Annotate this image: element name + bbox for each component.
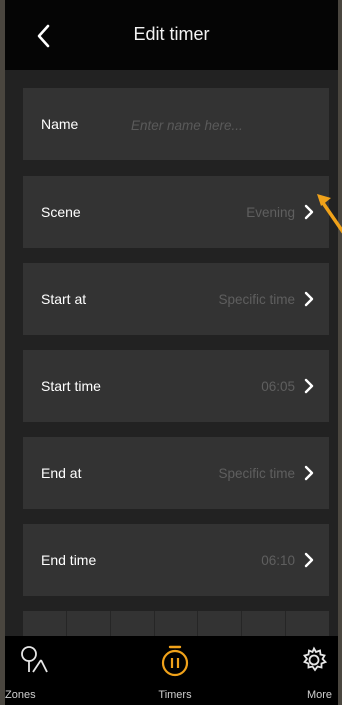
start-at-row[interactable]: Start at Specific time: [23, 263, 329, 335]
end-at-value: Specific time: [218, 465, 295, 481]
chevron-right-icon: [304, 204, 314, 220]
weekday-cell[interactable]: [198, 611, 243, 636]
stopwatch-icon: [161, 645, 189, 677]
end-time-value: 06:10: [261, 552, 295, 568]
start-at-label: Start at: [41, 291, 87, 307]
tab-more-label: More: [306, 689, 332, 701]
name-row: Name: [23, 88, 329, 162]
end-time-label: End time: [41, 552, 97, 568]
scene-row[interactable]: Scene Evening: [23, 176, 329, 248]
chevron-right-icon: [304, 378, 314, 394]
tab-zones-label: Zones: [5, 689, 36, 701]
tab-bar: Zones Timers More: [5, 636, 338, 705]
end-at-label: End at: [41, 465, 82, 481]
name-label: Name: [41, 116, 79, 132]
chevron-right-icon: [304, 465, 314, 481]
tab-more[interactable]: More: [258, 636, 338, 705]
tab-timers[interactable]: Timers: [132, 636, 212, 705]
form-content: Name Scene Evening Start at Specific tim…: [5, 70, 338, 636]
phone-screen: Edit timer Name Scene Evening Start at S…: [5, 0, 338, 705]
weekday-cell[interactable]: [155, 611, 199, 636]
weekday-cell[interactable]: [111, 611, 155, 636]
weekday-selector: [23, 611, 329, 636]
gear-icon: [302, 646, 328, 672]
page-title: Edit timer: [133, 24, 210, 44]
annotation-arrow-icon: [317, 194, 342, 234]
weekday-cell[interactable]: [67, 611, 111, 636]
chevron-right-icon: [304, 291, 314, 307]
scene-label: Scene: [41, 204, 81, 220]
zones-icon: [21, 646, 48, 673]
start-at-value: Specific time: [218, 291, 295, 307]
end-time-row[interactable]: End time 06:10: [23, 524, 329, 596]
scene-value: Evening: [246, 204, 295, 220]
weekday-cell[interactable]: [23, 611, 67, 636]
name-input[interactable]: [129, 88, 313, 162]
tab-timers-label: Timers: [158, 689, 192, 701]
start-time-value: 06:05: [261, 378, 295, 394]
start-time-row[interactable]: Start time 06:05: [23, 350, 329, 422]
weekday-cell[interactable]: [286, 611, 329, 636]
weekday-cell[interactable]: [242, 611, 287, 636]
tab-zones[interactable]: Zones: [5, 636, 85, 705]
header: Edit timer: [5, 0, 338, 70]
end-at-row[interactable]: End at Specific time: [23, 437, 329, 509]
start-time-label: Start time: [41, 378, 101, 394]
chevron-right-icon: [304, 552, 314, 568]
